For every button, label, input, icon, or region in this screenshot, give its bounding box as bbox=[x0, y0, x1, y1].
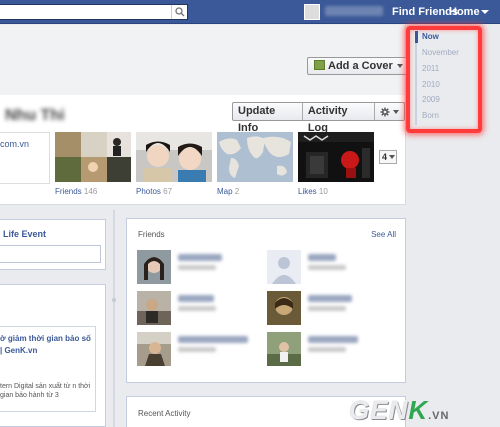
chevron-down-icon bbox=[393, 109, 399, 114]
friend-name[interactable] bbox=[178, 254, 222, 261]
map-count-link[interactable]: Map 2 bbox=[217, 187, 239, 196]
friend-name[interactable] bbox=[178, 295, 214, 302]
search-icon bbox=[175, 7, 185, 17]
likes-count-link[interactable]: Likes 10 bbox=[298, 187, 328, 196]
search-input[interactable] bbox=[0, 4, 188, 20]
mutual-friends bbox=[308, 347, 346, 352]
home-link[interactable]: Home bbox=[449, 6, 480, 18]
activity-log-button[interactable]: Activity Log bbox=[303, 103, 375, 134]
mutual-friends bbox=[178, 347, 216, 352]
friends-thumbnail[interactable] bbox=[55, 132, 131, 182]
timeline-year-nav: Now November 2011 2010 2009 Born bbox=[415, 31, 472, 125]
gear-icon bbox=[380, 107, 390, 116]
status-input[interactable] bbox=[0, 245, 101, 263]
friend-avatar[interactable] bbox=[267, 250, 301, 284]
friend-name[interactable] bbox=[308, 254, 336, 261]
active-indicator bbox=[415, 31, 418, 43]
friends-card: Friends See All bbox=[126, 218, 406, 383]
search-button[interactable] bbox=[171, 5, 187, 19]
user-name-link[interactable] bbox=[325, 6, 383, 16]
timeline-spine bbox=[113, 210, 115, 427]
photos-count-link[interactable]: Photos 67 bbox=[136, 187, 172, 196]
friend-avatar[interactable] bbox=[137, 291, 171, 325]
shared-link-summary: tern Digital sản xuất từ n thời gian bảo… bbox=[0, 383, 91, 399]
timeline-nav-now[interactable]: Now bbox=[422, 32, 439, 41]
chevron-down-icon bbox=[396, 64, 403, 68]
timeline-nav-born[interactable]: Born bbox=[422, 111, 439, 120]
map-thumbnail[interactable] bbox=[217, 132, 293, 182]
friend-name[interactable] bbox=[308, 295, 352, 302]
friend-name[interactable] bbox=[308, 336, 358, 343]
mutual-friends bbox=[178, 306, 216, 311]
photo-icon bbox=[314, 60, 325, 70]
photos-thumbnail[interactable] bbox=[136, 132, 212, 182]
shared-link-preview[interactable]: ờ giảm thời gian bảo số | GenK.vn tern D… bbox=[0, 326, 96, 412]
profile-actions: Update Info Activity Log bbox=[232, 102, 405, 134]
friend-avatar[interactable] bbox=[137, 250, 171, 284]
likes-thumbnail[interactable] bbox=[298, 132, 374, 182]
update-info-button[interactable]: Update Info bbox=[233, 103, 303, 134]
timeline-nav-2011[interactable]: 2011 bbox=[422, 64, 439, 73]
chevron-down-icon bbox=[389, 155, 396, 159]
friends-card-title: Friends bbox=[138, 230, 165, 239]
mutual-friends bbox=[178, 265, 216, 270]
story-card: ờ giảm thời gian bảo số | GenK.vn tern D… bbox=[0, 284, 106, 427]
add-cover-button[interactable]: Add a Cover bbox=[307, 57, 410, 75]
friend-name[interactable] bbox=[178, 336, 248, 343]
recent-activity-title: Recent Activity bbox=[138, 409, 191, 418]
settings-menu-button[interactable] bbox=[375, 103, 404, 120]
see-all-link[interactable]: See All bbox=[371, 230, 396, 239]
website-link[interactable]: com.vn bbox=[0, 139, 29, 149]
account-menu-caret-icon[interactable] bbox=[481, 10, 489, 14]
life-event-tab[interactable]: Life Event bbox=[3, 229, 46, 239]
friends-count-link[interactable]: Friends 146 bbox=[55, 187, 97, 196]
timeline-nav-2009[interactable]: 2009 bbox=[422, 95, 440, 104]
user-avatar[interactable] bbox=[304, 4, 320, 20]
mutual-friends bbox=[308, 265, 346, 270]
add-cover-label: Add a Cover bbox=[328, 60, 393, 72]
top-bar: Find Friends Home bbox=[0, 0, 500, 24]
friend-avatar[interactable] bbox=[267, 332, 301, 366]
friend-avatar[interactable] bbox=[137, 332, 171, 366]
timeline-nav-2010[interactable]: 2010 bbox=[422, 80, 440, 89]
timeline-nav-november[interactable]: November bbox=[422, 48, 459, 57]
composer-card: Life Event bbox=[0, 219, 106, 270]
shared-link-title[interactable]: ờ giảm thời gian bảo số | GenK.vn bbox=[0, 333, 94, 357]
timeline-dot bbox=[112, 298, 116, 302]
profile-name: Nhu Thi bbox=[5, 107, 65, 124]
more-sections-button[interactable]: 4 bbox=[379, 150, 397, 164]
genk-watermark: GENK.VN bbox=[349, 395, 450, 425]
mutual-friends bbox=[308, 306, 346, 311]
friend-avatar[interactable] bbox=[267, 291, 301, 325]
